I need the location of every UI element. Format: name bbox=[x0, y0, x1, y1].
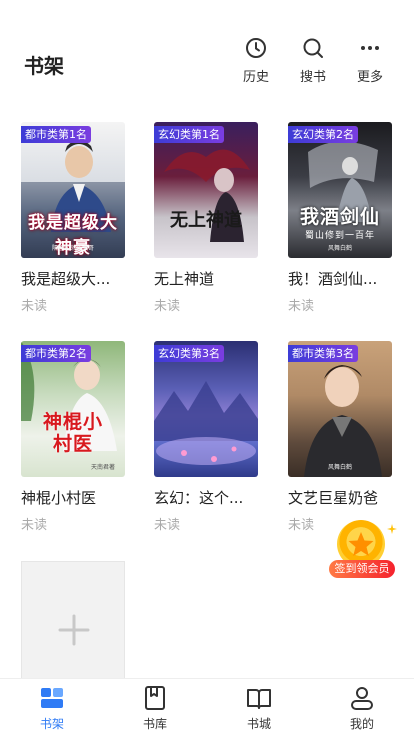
open-book-icon bbox=[247, 689, 271, 709]
read-status: 未读 bbox=[21, 518, 48, 533]
tab-library[interactable]: 书库 bbox=[125, 685, 185, 732]
add-book-button[interactable] bbox=[21, 561, 125, 681]
book-cover[interactable]: 玄幻类第1名 无上神道 bbox=[154, 122, 258, 258]
checkin-promo-label: 签到领会员 bbox=[329, 560, 395, 578]
tab-label: 书库 bbox=[142, 717, 167, 731]
rank-tag: 玄幻类第2名 bbox=[288, 126, 358, 143]
book-cover[interactable]: 都市类第2名 神棍小村医 天南君著 bbox=[21, 341, 125, 477]
tab-label: 书架 bbox=[39, 717, 64, 731]
checkin-promo-button[interactable]: 签到领会员 bbox=[325, 520, 397, 582]
book-item[interactable]: 玄幻类第1名 无上神道 无上神道 未读 bbox=[154, 122, 258, 314]
read-status: 未读 bbox=[288, 299, 315, 314]
book-item[interactable]: 都市类第2名 神棍小村医 天南君著 神棍小村医 未读 bbox=[21, 341, 125, 533]
more-button[interactable]: 更多 bbox=[350, 36, 390, 85]
cover-title: 我酒剑仙 bbox=[299, 206, 380, 228]
book-title: 无上神道 bbox=[154, 270, 215, 288]
search-icon bbox=[303, 38, 323, 58]
book-title: 我是超级大... bbox=[21, 270, 111, 288]
book-title: 神棍小村医 bbox=[21, 489, 97, 507]
tab-bookstore[interactable]: 书城 bbox=[229, 685, 289, 732]
search-book-button[interactable]: 搜书 bbox=[293, 36, 333, 85]
rank-tag: 都市类第2名 bbox=[21, 345, 91, 362]
cover-subtitle: 蜀山修到一百年 bbox=[304, 231, 375, 241]
tab-bookshelf[interactable]: 书架 bbox=[22, 685, 82, 732]
page-title: 书架 bbox=[24, 54, 64, 78]
tab-mine[interactable]: 我的 bbox=[332, 685, 392, 732]
search-book-label: 搜书 bbox=[299, 70, 326, 85]
book-item[interactable]: 玄幻类第2名 我酒剑仙 蜀山修到一百年 风舞白鹤 我！酒剑仙... 未读 bbox=[288, 122, 392, 314]
cover-title: 神棍小村医 bbox=[42, 411, 103, 455]
top-bar: 书架 历史 搜书 更多 bbox=[0, 0, 414, 100]
book-item[interactable]: 都市类第3名 风舞白鹤 文艺巨星奶爸 未读 bbox=[288, 341, 392, 533]
history-button[interactable]: 历史 bbox=[236, 36, 276, 85]
rank-tag: 玄幻类第1名 bbox=[154, 126, 224, 143]
cover-author: 隔壁的邻居大哥 bbox=[51, 245, 94, 252]
sparkle-icon bbox=[387, 524, 397, 534]
book-title: 玄幻：这个... bbox=[154, 489, 244, 507]
book-item[interactable]: 玄幻类第3名 玄幻：这个... 未读 bbox=[154, 341, 258, 533]
book-cover[interactable]: 都市类第1名 我是超级大神豪 隔壁的邻居大哥 bbox=[21, 122, 125, 258]
book-cover[interactable]: 都市类第3名 风舞白鹤 bbox=[288, 341, 392, 477]
history-label: 历史 bbox=[242, 70, 269, 85]
cover-author: 风舞白鹤 bbox=[327, 245, 352, 252]
more-label: 更多 bbox=[356, 70, 383, 85]
user-icon bbox=[351, 687, 373, 710]
tab-label: 我的 bbox=[349, 717, 374, 731]
tab-label: 书城 bbox=[246, 717, 271, 731]
rank-tag: 都市类第1名 bbox=[21, 126, 91, 143]
book-library-icon bbox=[145, 686, 165, 710]
plus-icon bbox=[58, 614, 90, 646]
cover-author: 风舞白鹤 bbox=[327, 464, 352, 471]
cover-title: 无上神道 bbox=[170, 210, 242, 231]
book-cover[interactable]: 玄幻类第2名 我酒剑仙 蜀山修到一百年 风舞白鹤 bbox=[288, 122, 392, 258]
read-status: 未读 bbox=[21, 299, 48, 314]
read-status: 未读 bbox=[154, 518, 181, 533]
read-status: 未读 bbox=[154, 299, 181, 314]
book-cover[interactable]: 玄幻类第3名 bbox=[154, 341, 258, 477]
book-title: 我！酒剑仙... bbox=[288, 270, 378, 288]
cover-author: 天南君著 bbox=[90, 464, 115, 471]
more-icon bbox=[361, 46, 379, 50]
book-title: 文艺巨星奶爸 bbox=[288, 489, 379, 507]
clock-icon bbox=[246, 38, 266, 58]
bottom-tab-bar: 书架 书库 书城 我的 bbox=[0, 678, 414, 736]
bookshelf-icon bbox=[41, 688, 63, 708]
book-item[interactable]: 都市类第1名 我是超级大神豪 隔壁的邻居大哥 我是超级大... 未读 bbox=[21, 122, 125, 314]
rank-tag: 玄幻类第3名 bbox=[154, 345, 224, 362]
rank-tag: 都市类第3名 bbox=[288, 345, 358, 362]
